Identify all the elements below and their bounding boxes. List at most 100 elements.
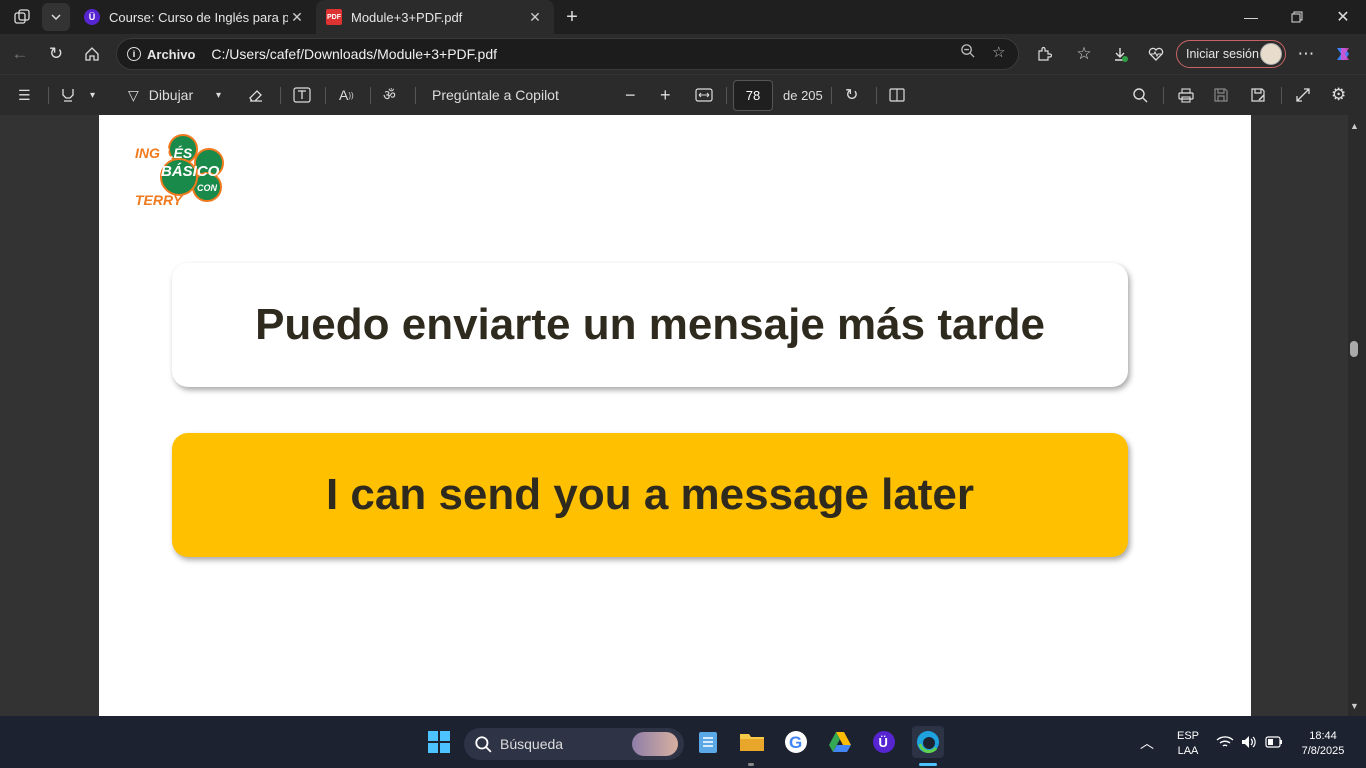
close-tab-icon[interactable]: ✕: [526, 9, 544, 26]
active-app-indicator: [919, 763, 937, 766]
zoom-in-icon[interactable]: +: [660, 83, 671, 107]
highlight-options-chevron-icon[interactable]: ▾: [90, 83, 95, 107]
svg-text:G: G: [789, 733, 802, 752]
pdf-viewer[interactable]: ING LÉS BÁSICO CON TERRY Puedo enviarte …: [0, 115, 1366, 716]
site-label: Archivo: [147, 46, 196, 62]
eraser-icon[interactable]: [248, 83, 264, 107]
divider: [876, 87, 877, 104]
ingles-basico-logo: ING LÉS BÁSICO CON TERRY: [135, 133, 235, 211]
translate-icon[interactable]: ॐ: [383, 83, 396, 107]
zoom-icon[interactable]: [960, 43, 975, 62]
divider: [325, 87, 326, 104]
scroll-down-arrow-icon[interactable]: ▼: [1350, 701, 1359, 711]
pdf-toolbar: ☰ ▾ ▽ Dibujar ▾ A)) ॐ Pregúntale a Copil…: [0, 74, 1366, 115]
google-chrome-icon[interactable]: G: [780, 726, 812, 758]
settings-gear-icon[interactable]: ⚙: [1331, 83, 1346, 107]
new-tab-icon[interactable]: +: [558, 3, 586, 31]
avatar: [1260, 43, 1282, 65]
performance-heart-icon[interactable]: [1142, 40, 1170, 68]
contents-list-icon[interactable]: ☰: [18, 83, 31, 107]
svg-text:CON: CON: [197, 183, 218, 193]
draw-options-chevron-icon[interactable]: ▾: [216, 83, 221, 107]
extensions-icon[interactable]: [1030, 40, 1058, 68]
more-menu-icon[interactable]: ⋯: [1292, 40, 1320, 68]
refresh-icon[interactable]: ↻: [42, 40, 70, 68]
tab-actions-chevron-icon[interactable]: [42, 3, 70, 31]
save-icon[interactable]: [1213, 83, 1229, 107]
spanish-phrase-card: Puedo enviarte un mensaje más tarde: [172, 263, 1128, 387]
taskbar-search[interactable]: Búsqueda: [464, 728, 684, 760]
divider: [726, 87, 727, 104]
rotate-icon[interactable]: ↻: [845, 83, 858, 107]
svg-text:TERRY: TERRY: [135, 192, 184, 208]
svg-text:ING: ING: [135, 145, 160, 161]
divider: [280, 87, 281, 104]
minimize-icon[interactable]: —: [1228, 0, 1274, 34]
signin-button[interactable]: Iniciar sesión: [1176, 40, 1286, 68]
divider: [415, 87, 416, 104]
edge-browser-icon[interactable]: [912, 726, 944, 758]
wifi-icon[interactable]: [1216, 735, 1234, 752]
draw-button[interactable]: ▽ Dibujar: [128, 83, 193, 107]
close-window-icon[interactable]: ✕: [1320, 0, 1366, 34]
tab-title: Module+3+PDF.pdf: [351, 9, 463, 25]
english-phrase-card: I can send you a message later: [172, 433, 1128, 557]
page-view-icon[interactable]: [889, 83, 907, 107]
fullscreen-icon[interactable]: [1295, 83, 1311, 107]
restore-icon[interactable]: [1274, 0, 1320, 34]
tab-pdf[interactable]: PDF Module+3+PDF.pdf ✕: [316, 0, 554, 34]
scroll-up-arrow-icon[interactable]: ▲: [1350, 121, 1359, 131]
language-code: ESP: [1176, 730, 1199, 742]
zoom-out-icon[interactable]: −: [625, 83, 636, 107]
divider: [1163, 87, 1164, 104]
notepad-icon[interactable]: [692, 726, 724, 758]
url-path[interactable]: C:/Users/cafef/Downloads/Module+3+PDF.pd…: [211, 46, 497, 62]
show-hidden-icons-chevron-icon[interactable]: ︿: [1140, 733, 1154, 753]
favorites-icon[interactable]: ☆: [1070, 40, 1098, 68]
draw-icon: ▽: [128, 86, 139, 103]
page-total-label: de 205: [783, 87, 823, 103]
scrollbar-thumb[interactable]: [1350, 341, 1358, 357]
favorite-star-icon[interactable]: ☆: [992, 43, 1005, 61]
svg-text:LÉS: LÉS: [165, 145, 193, 161]
ask-copilot-button[interactable]: Pregúntale a Copilot: [432, 83, 559, 107]
scrollbar[interactable]: [1348, 115, 1366, 716]
search-icon: [475, 736, 492, 753]
print-icon[interactable]: [1177, 83, 1195, 107]
copilot-icon[interactable]: [1329, 40, 1357, 68]
add-text-icon[interactable]: [293, 83, 311, 107]
draw-label: Dibujar: [148, 87, 194, 103]
windows-start-icon[interactable]: [423, 726, 455, 758]
pdf-page: ING LÉS BÁSICO CON TERRY Puedo enviarte …: [99, 115, 1251, 716]
signin-label: Iniciar sesión: [1186, 47, 1259, 61]
url-field[interactable]: i Archivo C:/Users/cafef/Downloads/Modul…: [116, 38, 1019, 70]
info-icon[interactable]: i: [127, 47, 141, 61]
volume-icon[interactable]: [1241, 735, 1257, 752]
divider: [370, 87, 371, 104]
search-icon[interactable]: [1132, 83, 1148, 107]
tab-title: Course: Curso de Inglés para principiant…: [109, 9, 288, 25]
spanish-phrase: Puedo enviarte un mensaje más tarde: [255, 300, 1045, 349]
google-drive-icon[interactable]: [824, 726, 856, 758]
time: 18:44: [1309, 730, 1337, 742]
language-indicator[interactable]: ESP LAA: [1172, 730, 1204, 757]
battery-icon[interactable]: [1265, 736, 1283, 751]
clock[interactable]: 18:44 7/8/2025: [1290, 730, 1356, 757]
close-tab-icon[interactable]: ✕: [288, 9, 306, 26]
udemy-app-icon[interactable]: Ü: [868, 726, 900, 758]
tab-course[interactable]: Ü Course: Curso de Inglés para principia…: [74, 0, 316, 34]
divider: [831, 87, 832, 104]
highlight-icon[interactable]: [60, 83, 76, 107]
page-number-input[interactable]: 78: [733, 80, 773, 111]
workspaces-icon[interactable]: [8, 3, 36, 31]
divider: [1281, 87, 1282, 104]
fit-width-icon[interactable]: [695, 83, 713, 107]
back-icon[interactable]: ←: [6, 40, 34, 68]
search-placeholder: Búsqueda: [500, 736, 564, 752]
home-icon[interactable]: [78, 40, 106, 68]
save-as-icon[interactable]: [1250, 83, 1266, 107]
read-aloud-icon[interactable]: A)): [339, 83, 354, 107]
file-explorer-icon[interactable]: [736, 726, 768, 758]
downloads-icon[interactable]: [1106, 40, 1134, 68]
tab-bar: Ü Course: Curso de Inglés para principia…: [0, 0, 1366, 34]
